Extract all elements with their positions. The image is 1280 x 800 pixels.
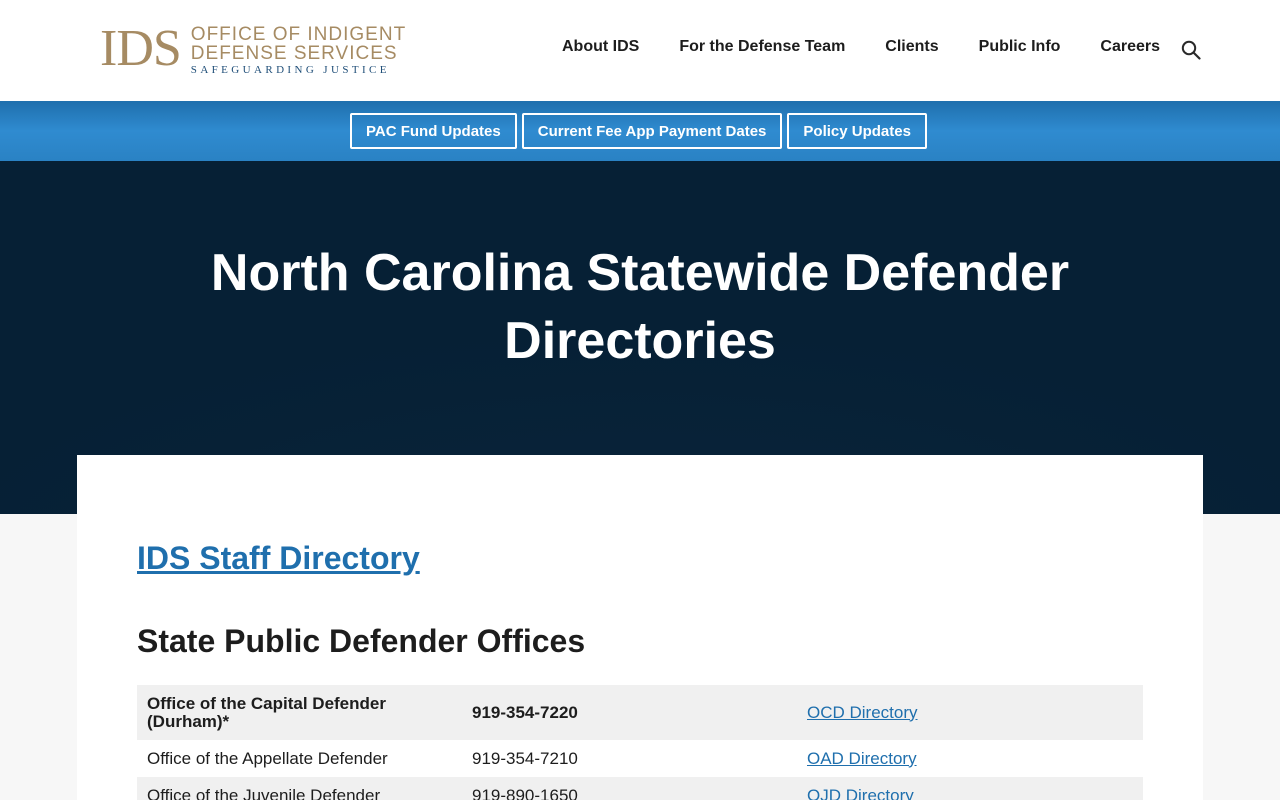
section-title: State Public Defender Offices bbox=[137, 623, 586, 659]
nav-for-the-defense-team[interactable]: For the Defense Team bbox=[679, 38, 845, 56]
logo-tagline: SAFEGUARDING JUSTICE bbox=[190, 64, 390, 76]
page-title: North Carolina Statewide Defender Direct… bbox=[210, 244, 1070, 370]
quick-links: PAC Fund Updates Current Fee App Payment… bbox=[350, 113, 932, 149]
ojd-directory-link[interactable]: OJD Directory bbox=[807, 786, 914, 800]
nav-careers[interactable]: Careers bbox=[1100, 38, 1160, 56]
ids-logo[interactable]: IDS OFFICE OF INDIGENT DEFENSE SERVICES … bbox=[100, 20, 430, 77]
logo-mark: IDS bbox=[100, 20, 182, 77]
content-card: IDS Staff Directory State Public Defende… bbox=[77, 455, 1203, 800]
office-name: Office of the Capital Defender (Durham)* bbox=[147, 693, 386, 731]
logo-line-2: DEFENSE SERVICES bbox=[190, 43, 398, 64]
main-nav: About IDS For the Defense Team Clients P… bbox=[562, 38, 1160, 56]
table-row: Office of the Appellate Defender 919-354… bbox=[137, 740, 1143, 777]
quick-links-band: PAC Fund Updates Current Fee App Payment… bbox=[0, 101, 1280, 161]
nav-clients[interactable]: Clients bbox=[885, 38, 938, 56]
policy-updates-button[interactable]: Policy Updates bbox=[787, 113, 927, 149]
oad-directory-link[interactable]: OAD Directory bbox=[807, 749, 917, 768]
logo-line-1: OFFICE OF INDIGENT bbox=[190, 24, 407, 45]
office-name: Office of the Juvenile Defender bbox=[147, 785, 381, 800]
office-phone: 919-890-1650 bbox=[472, 785, 578, 800]
ids-staff-directory-link[interactable]: IDS Staff Directory bbox=[137, 540, 420, 577]
office-name: Office of the Appellate Defender bbox=[147, 748, 388, 768]
pac-fund-updates-button[interactable]: PAC Fund Updates bbox=[350, 113, 517, 149]
ocd-directory-link[interactable]: OCD Directory bbox=[807, 703, 918, 722]
offices-table: Office of the Capital Defender (Durham)*… bbox=[137, 685, 1143, 800]
fee-app-payment-dates-button[interactable]: Current Fee App Payment Dates bbox=[521, 113, 783, 149]
search-icon[interactable] bbox=[1181, 40, 1201, 60]
logo-text: OFFICE OF INDIGENT DEFENSE SERVICES SAFE… bbox=[191, 24, 406, 77]
nav-about-ids[interactable]: About IDS bbox=[562, 38, 639, 56]
table-row: Office of the Capital Defender (Durham)*… bbox=[137, 685, 1143, 740]
nav-public-info[interactable]: Public Info bbox=[979, 38, 1061, 56]
office-phone: 919-354-7220 bbox=[472, 702, 578, 722]
site-header: IDS OFFICE OF INDIGENT DEFENSE SERVICES … bbox=[0, 0, 1280, 101]
office-phone: 919-354-7210 bbox=[472, 748, 578, 768]
table-row: Office of the Juvenile Defender 919-890-… bbox=[137, 777, 1143, 800]
